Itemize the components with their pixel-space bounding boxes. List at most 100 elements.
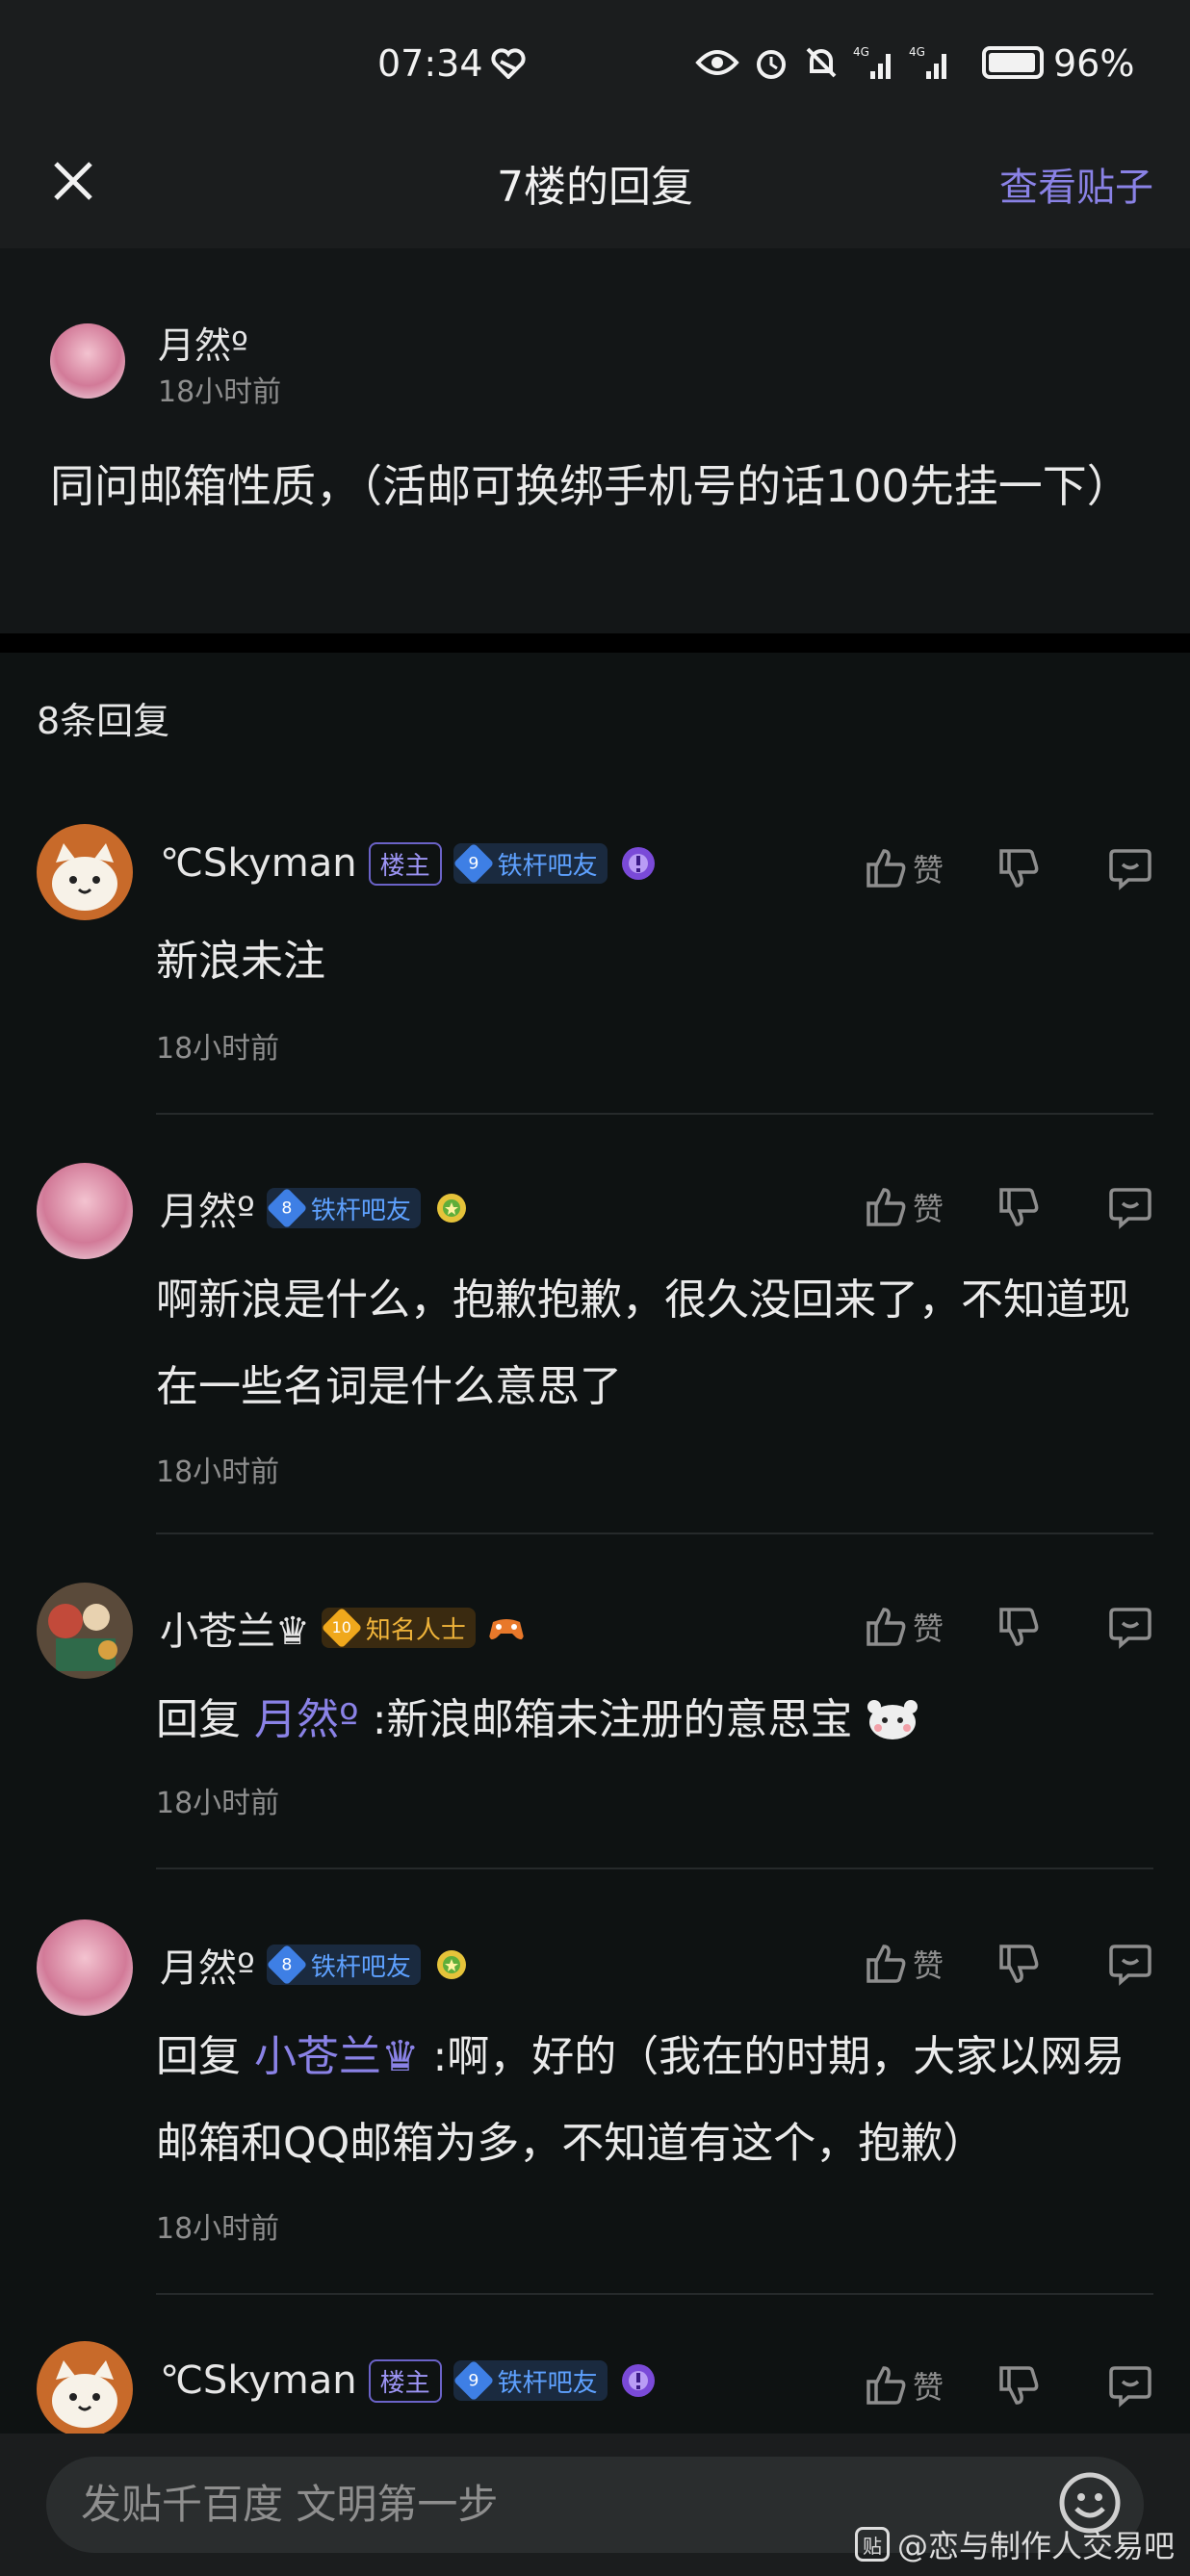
mention-link[interactable]: 小苍兰♛ [254,2032,419,2081]
gamepad-medal-icon [488,1619,524,1639]
reply-divider [156,1113,1153,1115]
avatar[interactable] [37,2341,133,2437]
like-button[interactable]: 赞 [863,1184,944,1230]
avatar[interactable] [37,824,133,920]
dislike-button[interactable] [996,2362,1042,2409]
view-post-link[interactable]: 查看贴子 [999,156,1153,212]
comment-icon [1109,2366,1151,2408]
reply-author[interactable]: 月然º [160,1180,255,1236]
section-divider [0,633,1190,653]
comment-button[interactable] [1107,1941,1153,1987]
comment-icon [1109,849,1151,890]
reply-text: 回复 小苍兰♛ :啊，好的（我在的时期，大家以网易邮箱和QQ邮箱为多，不知道有这… [156,2032,1125,2168]
like-button[interactable]: 赞 [863,1604,944,1650]
watermark: 贴 @恋与制作人交易吧 [854,2522,1175,2566]
reply-author[interactable]: 小苍兰♛ [160,1600,310,1656]
reply-text: 啊新浪是什么，抱歉抱歉，很久没回来了，不知道现在一些名词是什么意思了 [156,1275,1130,1411]
reply-count: 8条回复 [37,700,170,742]
dislike-button[interactable] [996,1604,1042,1650]
medal-icon [621,2364,655,2397]
signal-icon: 4G [853,45,891,79]
floor-author[interactable]: 月然º [158,316,248,369]
reply-author[interactable]: ℃Skyman [160,2358,357,2403]
top-nav: 7楼的回复 查看贴子 [0,135,1190,248]
status-time: 07:34 [377,42,483,85]
reply-actions: 赞 [863,2362,1153,2409]
comment-button[interactable] [1107,1604,1153,1650]
thumb-down-icon [999,849,1039,888]
dislike-button[interactable] [996,845,1042,891]
battery-percent: 96% [1053,42,1135,85]
reply-author-row: ℃Skyman 楼主 9 铁杆吧友 [160,841,658,886]
like-button[interactable]: 赞 [863,845,944,891]
thumb-up-icon [867,1188,906,1226]
status-icons: 4G 4G [695,44,951,81]
level-badge: 8 铁杆吧友 [266,1944,421,1986]
floor-post: 月然º 18小时前 同问邮箱性质，（活邮可换绑手机号的话100先挂一下） [0,248,1190,633]
thumb-up-icon [867,1945,906,1983]
reply-actions: 赞 [863,845,1153,891]
alarm-icon [757,50,786,79]
thumb-up-icon [867,1608,906,1646]
reply-actions: 赞 [863,1604,1153,1650]
floor-content: 同问邮箱性质，（活邮可换绑手机号的话100先挂一下） [50,460,1131,512]
comment-icon [1109,1608,1151,1649]
comment-button[interactable] [1107,2362,1153,2409]
avatar[interactable] [37,1163,133,1259]
reply-prefix: 回复 [156,1695,254,1744]
thumb-down-icon [999,1608,1039,1646]
thumb-down-icon [999,2366,1039,2405]
dislike-button[interactable] [996,1941,1042,1987]
reply-time: 18小时前 [156,1787,280,1820]
reply-divider [156,1533,1153,1534]
eye-icon [695,50,739,75]
battery-icon [982,46,1044,79]
reply-text: 新浪未注 [156,937,325,986]
medal-icon [621,847,655,880]
reply-actions: 赞 [863,1184,1153,1230]
reply-time: 18小时前 [156,2212,280,2246]
thumb-up-icon [867,849,906,888]
like-button[interactable]: 赞 [863,2362,944,2409]
reply-time: 18小时前 [156,1455,280,1489]
reply-author-row: 月然º 8 铁杆吧友 [160,1937,471,1993]
tieba-logo-icon: 贴 [854,2527,890,2562]
dislike-button[interactable] [996,1184,1042,1230]
signal-icon-2: 4G [909,45,946,79]
svg-text:4G: 4G [909,45,925,59]
hamster-emoji-icon [867,1700,918,1739]
level-badge: 10 知名人士 [321,1607,476,1649]
status-bar: 07:34 4G 4G 96% [0,0,1190,135]
reply-actions: 赞 [863,1941,1153,1987]
comment-icon [1109,1945,1151,1986]
watermark-text: @恋与制作人交易吧 [896,2528,1175,2564]
reply-author[interactable]: ℃Skyman [160,841,357,886]
svg-text:4G: 4G [853,45,869,59]
like-button[interactable]: 赞 [863,1941,944,1987]
reply-prefix: 回复 [156,2032,254,2081]
comment-button[interactable] [1107,845,1153,891]
reply-author-row: ℃Skyman 楼主 9 铁杆吧友 [160,2358,658,2403]
level-badge: 8 铁杆吧友 [266,1187,421,1229]
avatar[interactable] [37,1583,133,1679]
comment-icon [1109,1188,1151,1229]
mute-bell-icon [806,47,837,78]
avatar[interactable] [50,323,125,399]
mention-link[interactable]: 月然º [254,1695,359,1744]
thumb-down-icon [999,1188,1039,1226]
level-badge: 9 铁杆吧友 [453,2359,608,2402]
reply-author-row: 小苍兰♛ 10 知名人士 [160,1600,526,1656]
sun-medal-icon [436,1194,466,1223]
avatar[interactable] [37,1919,133,2016]
thumb-up-icon [867,2366,906,2405]
level-badge: 9 铁杆吧友 [453,842,608,885]
thumb-down-icon [999,1945,1039,1983]
reply-time: 18小时前 [156,1032,280,1066]
host-badge: 楼主 [368,841,442,886]
comment-button[interactable] [1107,1184,1153,1230]
sun-medal-icon [436,1950,466,1979]
reply-divider [156,1868,1153,1869]
reply-author[interactable]: 月然º [160,1937,255,1993]
floor-time: 18小时前 [158,375,282,409]
battery-fill [989,53,1035,72]
